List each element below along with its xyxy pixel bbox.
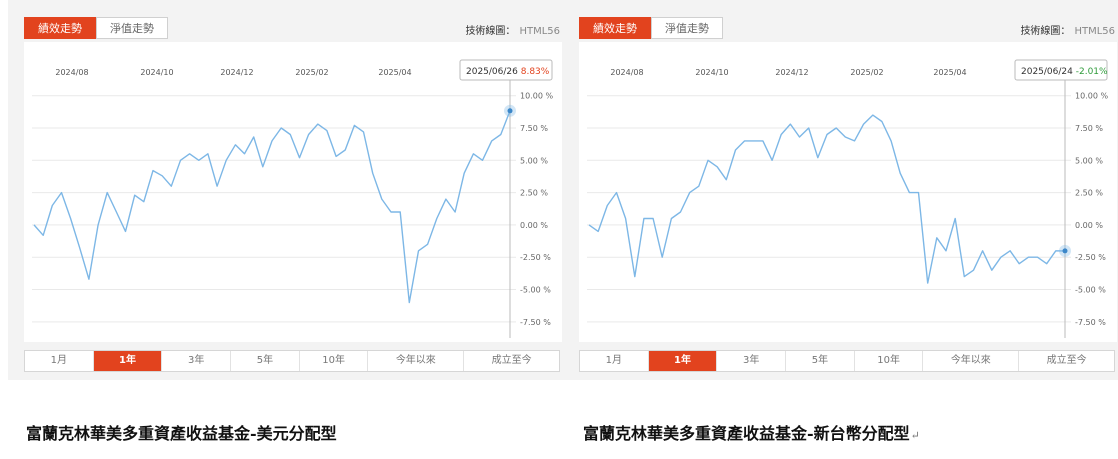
y-tick-label: -2.50 % bbox=[1075, 253, 1106, 262]
fund-caption-twd: 富蘭克林華美多重資產收益基金-新台幣分配型↵ bbox=[583, 420, 920, 444]
y-tick-label: 0.00 % bbox=[520, 221, 548, 230]
x-tick-label: 2024/08 bbox=[610, 68, 643, 77]
y-tick-label: 2.50 % bbox=[520, 189, 548, 198]
range-3y[interactable]: 3年 bbox=[717, 351, 787, 371]
x-tick-label: 2025/02 bbox=[295, 68, 328, 77]
x-tick-label: 2025/02 bbox=[850, 68, 883, 77]
x-tick-label: 2025/04 bbox=[933, 68, 966, 77]
y-tick-label: -5.00 % bbox=[520, 286, 551, 295]
y-tick-label: -5.00 % bbox=[1075, 286, 1106, 295]
range-ytd[interactable]: 今年以來 bbox=[923, 351, 1020, 371]
range-1y[interactable]: 1年 bbox=[648, 351, 718, 371]
range-10y[interactable]: 10年 bbox=[300, 351, 369, 371]
range-selector: 1月 1年 3年 5年 10年 今年以來 成立至今 bbox=[579, 350, 1115, 372]
chart-panel-twd: 績效走勢 淨值走勢 技術線圖： HTML56 10.00 % 7.50 % 5.00 … bbox=[563, 0, 1118, 380]
chart-background bbox=[24, 42, 562, 342]
range-1m[interactable]: 1月 bbox=[25, 351, 94, 371]
y-tick-label: 2.50 % bbox=[1075, 189, 1103, 198]
range-5y[interactable]: 5年 bbox=[786, 351, 855, 371]
tab-nav[interactable]: 淨值走勢 bbox=[651, 17, 723, 39]
y-tick-label: 5.00 % bbox=[520, 156, 548, 165]
y-tick-label: 5.00 % bbox=[1075, 156, 1103, 165]
chart-panel-usd: 績效走勢 淨值走勢 技術線圖： HTML56 10.00 % 7.50 % 5.00 … bbox=[8, 0, 568, 380]
fund-caption-usd: 富蘭克林華美多重資產收益基金-美元分配型 bbox=[26, 420, 337, 444]
x-tick-label: 2024/08 bbox=[55, 68, 88, 77]
y-tick-label: 7.50 % bbox=[1075, 124, 1103, 133]
tab-nav[interactable]: 淨值走勢 bbox=[96, 17, 168, 39]
x-tick-label: 2024/12 bbox=[775, 68, 808, 77]
range-10y[interactable]: 10年 bbox=[855, 351, 924, 371]
tooltip-text: 2025/06/24 -2.01% bbox=[1021, 67, 1108, 77]
x-tick-label: 2024/10 bbox=[695, 68, 728, 77]
x-tick-label: 2025/04 bbox=[378, 68, 411, 77]
range-3y[interactable]: 3年 bbox=[162, 351, 232, 371]
data-point bbox=[507, 108, 513, 114]
tooltip-date: 2025/06/24 bbox=[1021, 67, 1076, 77]
range-5y[interactable]: 5年 bbox=[231, 351, 300, 371]
tab-performance[interactable]: 績效走勢 bbox=[24, 17, 96, 39]
tooltip-text: 2025/06/26 8.83% bbox=[466, 67, 550, 77]
tech-chart-link[interactable]: 技術線圖： HTML56 bbox=[1020, 22, 1115, 37]
tech-chart-link[interactable]: 技術線圖： HTML56 bbox=[465, 22, 560, 37]
y-tick-label: -2.50 % bbox=[520, 253, 551, 262]
performance-chart[interactable]: 10.00 % 7.50 % 5.00 % 2.50 % 0.00 % -2.50 % -5… bbox=[24, 42, 562, 342]
y-tick-label: -7.50 % bbox=[1075, 318, 1106, 327]
x-tick-label: 2024/10 bbox=[140, 68, 173, 77]
view-tabs: 績效走勢 淨值走勢 bbox=[24, 17, 168, 39]
performance-chart[interactable]: 10.00 % 7.50 % 5.00 % 2.50 % 0.00 % -2.50 % -5… bbox=[579, 42, 1117, 342]
range-since-inception[interactable]: 成立至今 bbox=[464, 351, 559, 371]
y-tick-label: 0.00 % bbox=[1075, 221, 1103, 230]
fund-name-twd: 富蘭克林華美多重資產收益基金-新台幣分配型 bbox=[583, 424, 910, 443]
tooltip-date: 2025/06/26 bbox=[466, 67, 521, 77]
data-point bbox=[1062, 248, 1068, 254]
tech-chart-label: 技術線圖： bbox=[1020, 26, 1071, 37]
y-tick-label: 10.00 % bbox=[520, 92, 553, 101]
x-tick-label: 2024/12 bbox=[220, 68, 253, 77]
paragraph-mark-icon: ↵ bbox=[910, 429, 920, 442]
tooltip-value: 8.83% bbox=[521, 67, 550, 77]
tooltip-value: -2.01% bbox=[1076, 67, 1108, 77]
range-selector: 1月 1年 3年 5年 10年 今年以來 成立至今 bbox=[24, 350, 560, 372]
range-ytd[interactable]: 今年以來 bbox=[368, 351, 465, 371]
view-tabs: 績效走勢 淨值走勢 bbox=[579, 17, 723, 39]
tech-chart-brand: HTML56 bbox=[519, 26, 560, 37]
range-1m[interactable]: 1月 bbox=[580, 351, 649, 371]
tech-chart-brand: HTML56 bbox=[1074, 26, 1115, 37]
range-since-inception[interactable]: 成立至今 bbox=[1019, 351, 1114, 371]
chart-background bbox=[579, 42, 1117, 342]
tech-chart-label: 技術線圖： bbox=[465, 26, 516, 37]
fund-name-usd: 富蘭克林華美多重資產收益基金-美元分配型 bbox=[26, 424, 337, 443]
y-tick-label: 10.00 % bbox=[1075, 92, 1108, 101]
tab-performance[interactable]: 績效走勢 bbox=[579, 17, 651, 39]
y-tick-label: -7.50 % bbox=[520, 318, 551, 327]
y-tick-label: 7.50 % bbox=[520, 124, 548, 133]
range-1y[interactable]: 1年 bbox=[93, 351, 163, 371]
